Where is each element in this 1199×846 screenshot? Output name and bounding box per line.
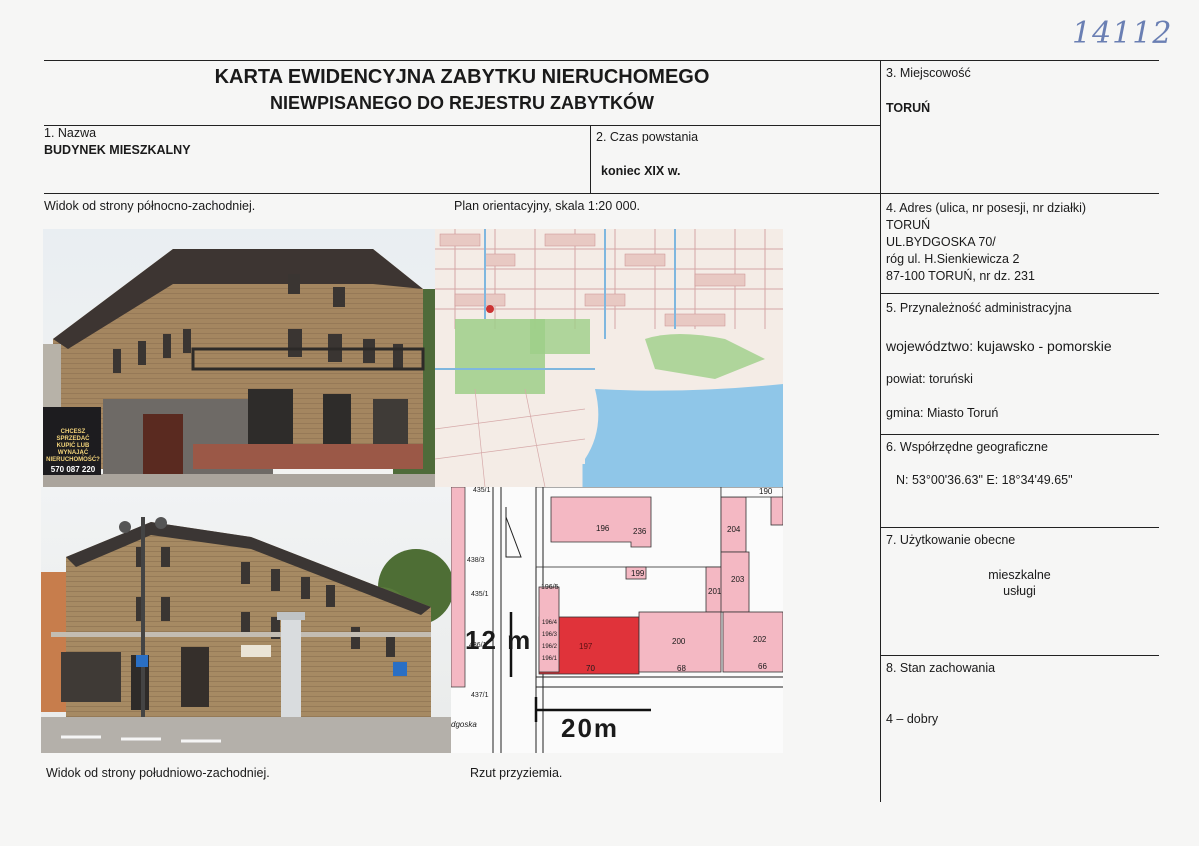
county: powiat: toruński (886, 372, 973, 386)
building-photo-image (41, 487, 451, 753)
divider (880, 293, 1159, 294)
divider (44, 125, 880, 126)
right-column-border (880, 60, 881, 802)
dimension-width: 20m (561, 713, 620, 743)
street-name: dgoska (451, 720, 477, 729)
parcel-number: 190 (759, 487, 773, 496)
place-value: TORUŃ (886, 101, 931, 115)
use-value: usługi (1003, 584, 1036, 598)
road-parcel-label: 437/1 (471, 692, 489, 699)
parcel-number: 199 (631, 569, 645, 578)
coords-value: N: 53°00'36.63" E: 18°34'49.65" (896, 473, 1073, 487)
road-parcel-label: 196/3 (542, 632, 558, 638)
address-label: 4. Adres (ulica, nr posesji, nr działki) (886, 201, 1087, 215)
parcel-number: 200 (672, 637, 686, 646)
dimension-height: 12 m (465, 625, 533, 655)
caption-ground-plan: Rzut przyziemia. (470, 766, 563, 780)
parcel-number: 204 (727, 525, 741, 534)
address-line: róg ul. H.Sienkiewicza 2 (886, 252, 1020, 266)
divider (880, 434, 1159, 435)
sign-text: KUPIĆ LUB WYNAJĄĆ (56, 443, 90, 456)
state-value: 4 – dobry (886, 712, 939, 726)
parcel-number: 201 (708, 587, 722, 596)
parcel-number: 68 (677, 664, 686, 673)
voivodeship: województwo: kujawsko - pomorskie (886, 338, 1112, 354)
divider (44, 193, 1159, 194)
top-border (44, 60, 1159, 61)
admin-label: 5. Przynależność administracyjna (886, 301, 1072, 315)
sign-phone: 570 087 220 (50, 465, 96, 474)
sale-sign: CHCESZ SPRZEDAĆ KUPIĆ LUB WYNAJĄĆ NIERUC… (45, 429, 101, 474)
ground-plan-map: 12 m 20m 196 236 199 197 200 202 201 203… (451, 487, 783, 753)
road-parcel-label: 438/3 (467, 557, 485, 564)
parcel-number: 236 (633, 527, 647, 536)
coords-label: 6. Współrzędne geograficzne (886, 440, 1048, 454)
caption-view-sw: Widok od strony południowo-zachodniej. (46, 766, 270, 780)
caption-plan: Plan orientacyjny, skala 1:20 000. (454, 199, 640, 213)
road-parcel-label: 435/1 (473, 487, 491, 494)
name-label: 1. Nazwa (44, 126, 97, 140)
divider (880, 527, 1159, 528)
sign-text: CHCESZ SPRZEDAĆ (56, 429, 90, 442)
use-label: 7. Użytkowanie obecne (886, 533, 1016, 547)
parcel-number: 202 (753, 635, 767, 644)
orientation-map (435, 229, 783, 487)
map-image (435, 229, 783, 487)
parcel-number: 70 (586, 664, 595, 673)
date-value: koniec XIX w. (601, 164, 681, 178)
address-line: 87-100 TORUŃ, nr dz. 231 (886, 269, 1035, 283)
page-subtitle: NIEWPISANEGO DO REJESTRU ZABYTKÓW (269, 93, 655, 113)
parcel-number: 203 (731, 575, 745, 584)
place-label: 3. Miejscowość (886, 66, 971, 80)
state-label: 8. Stan zachowania (886, 661, 996, 675)
photo-southwest-view (41, 487, 451, 753)
photo-northwest-view: CHCESZ SPRZEDAĆ KUPIĆ LUB WYNAJĄĆ NIERUC… (43, 229, 435, 487)
divider (590, 125, 591, 193)
parcel-number: 197 (579, 642, 593, 651)
road-parcel-label: 196/4 (542, 620, 558, 626)
use-value: mieszkalne (988, 568, 1051, 582)
road-parcel-label: 196/2 (542, 644, 558, 650)
commune: gmina: Miasto Toruń (886, 406, 999, 420)
parcel-number: 66 (758, 662, 767, 671)
parcel-number: 196 (596, 524, 610, 533)
page-title: KARTA EWIDENCYJNA ZABYTKU NIERUCHOMEGO (214, 66, 710, 88)
road-parcel-label: 196/5 (541, 584, 559, 591)
road-parcel-label: 435/1 (471, 591, 489, 598)
caption-view-nw: Widok od strony północno-zachodniej. (44, 199, 256, 213)
address-line: UL.BYDGOSKA 70/ (886, 235, 996, 249)
sign-text: NIERUCHOMOŚĆ? (46, 457, 100, 463)
date-label: 2. Czas powstania (596, 130, 699, 144)
name-value: BUDYNEK MIESZKALNY (44, 143, 191, 157)
road-parcel-label: 196/1 (542, 656, 558, 662)
road-parcel-label: 436/1 (469, 642, 487, 649)
building-photo-image (43, 229, 435, 487)
handwritten-number: 14112 (1072, 16, 1173, 51)
address-line: TORUŃ (886, 218, 931, 232)
divider (880, 655, 1159, 656)
